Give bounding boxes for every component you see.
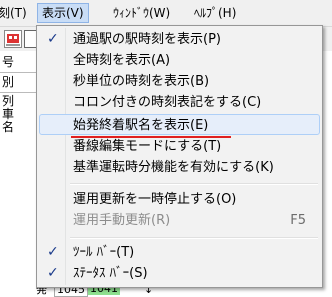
menu-item-label: 通過駅の駅時刻を表示(P) (73, 32, 221, 47)
menu-item-label: 全時刻を表示(A) (73, 53, 171, 68)
menu-item-label: 運用更新を一時停止する(O) (73, 192, 237, 207)
check-icon: ✓ (47, 244, 59, 260)
divider (0, 92, 40, 93)
menu-item-label: ﾂｰﾙ ﾊﾞｰ(T) (73, 245, 135, 260)
menu-item-standard-run-time[interactable]: 基準運転時分機能を有効にする(K) (39, 157, 320, 178)
menu-item-label: ｽﾃｰﾀｽ ﾊﾞｰ(S) (73, 266, 148, 281)
menu-bar: 刻(T) 表示(V) ｳｨﾝﾄﾞｳ(W) ﾍﾙﾌﾟ(H) (0, 0, 332, 27)
row-label-train: 列 (2, 94, 15, 108)
menu-separator (70, 237, 318, 239)
menu-item-manual-operation-update: 運用手動更新(R) F5 (39, 210, 320, 231)
menu-item-label: 始発終着駅名を表示(E) (73, 118, 209, 133)
menu-item-show-all-times[interactable]: 全時刻を表示(A) (39, 50, 320, 71)
menu-item-colon-notation[interactable]: コロン付きの時刻表記をする(C) (39, 92, 320, 113)
menu-item-label: コロン付きの時刻表記をする(C) (73, 95, 262, 110)
timetable-header-pane: 号 別 列 車 名 (0, 52, 41, 296)
check-icon: ✓ (47, 265, 59, 281)
toolbar-train-icon[interactable] (4, 30, 22, 48)
menu-item-status-bar[interactable]: ✓ ｽﾃｰﾀｽ ﾊﾞｰ(S) (39, 263, 320, 284)
menu-item-toolbar[interactable]: ✓ ﾂｰﾙ ﾊﾞｰ(T) (39, 242, 320, 263)
menu-item-show-passing-times[interactable]: ✓ 通過駅の駅時刻を表示(P) (39, 29, 320, 50)
menu-view[interactable]: 表示(V) (37, 3, 89, 23)
row-label-type: 別 (2, 75, 15, 89)
menu-item-pause-operation-update[interactable]: 運用更新を一時停止する(O) (39, 189, 320, 210)
menu-item-label: 番線編集モードにする(T) (73, 139, 222, 154)
menu-item-label: 基準運転時分機能を有効にする(K) (73, 160, 274, 175)
menu-item-show-seconds[interactable]: 秒単位の時刻を表示(B) (39, 71, 320, 92)
divider (0, 72, 40, 73)
menu-item-label: 運用手動更新(R) (73, 213, 171, 228)
menu-item-label: 秒単位の時刻を表示(B) (73, 74, 210, 89)
menu-item-show-origin-destination[interactable]: 始発終着駅名を表示(E) (39, 114, 320, 135)
menu-help[interactable]: ﾍﾙﾌﾟ(H) (190, 4, 240, 22)
menu-item-shortcut: F5 (290, 213, 306, 228)
check-icon: ✓ (47, 31, 59, 47)
menu-item-track-edit-mode[interactable]: 番線編集モードにする(T) (39, 136, 320, 157)
row-label-name: 名 (2, 120, 15, 134)
menu-separator (70, 183, 318, 185)
row-label-car: 車 (2, 107, 15, 121)
menu-time[interactable]: 刻(T) (0, 4, 31, 22)
row-label-number: 号 (2, 55, 15, 69)
view-menu-dropdown: ✓ 通過駅の駅時刻を表示(P) 全時刻を表示(A) 秒単位の時刻を表示(B) コ… (36, 25, 323, 288)
menu-window[interactable]: ｳｨﾝﾄﾞｳ(W) (109, 4, 174, 22)
